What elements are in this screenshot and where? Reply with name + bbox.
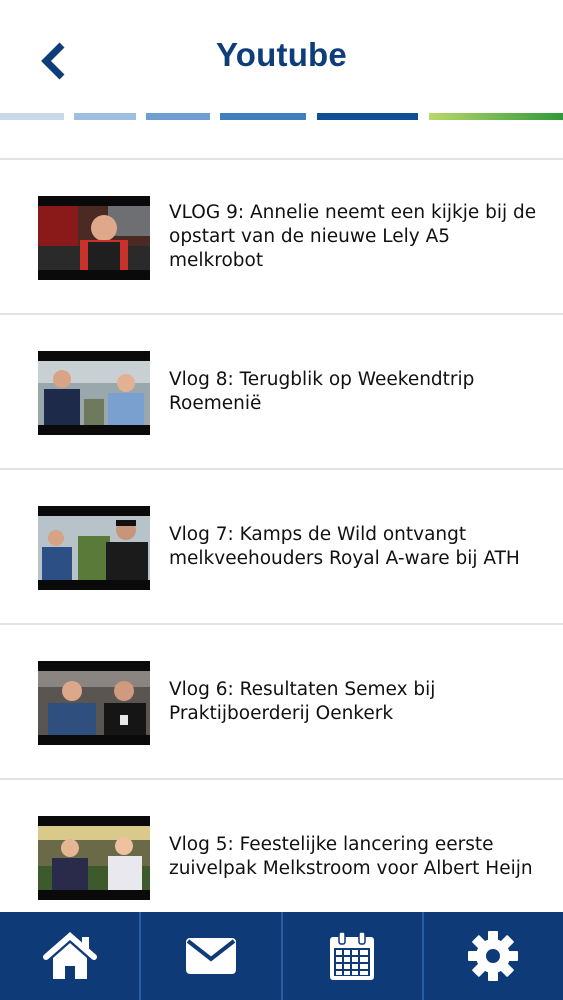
bottom-tab-bar	[0, 912, 563, 1000]
video-item[interactable]: VLOG 9: Annelie neemt een kijkje bij de …	[0, 160, 563, 313]
home-icon	[42, 932, 97, 979]
video-thumbnail	[38, 816, 150, 900]
video-item[interactable]: Vlog 8: Terugblik op Weekendtrip Roemeni…	[0, 315, 563, 468]
video-title: Vlog 5: Feestelijke lancering eerste zui…	[169, 833, 533, 879]
page-title: Youtube	[216, 36, 347, 73]
stripe-3	[146, 113, 210, 120]
video-title: Vlog 7: Kamps de Wild ontvangt melkveeho…	[169, 523, 520, 569]
video-item[interactable]: Vlog 7: Kamps de Wild ontvangt melkveeho…	[0, 470, 563, 623]
tab-mail[interactable]	[141, 912, 283, 1000]
video-thumbnail	[38, 351, 150, 435]
settings-icon	[468, 931, 519, 981]
header: Youtube	[0, 0, 563, 122]
header-stripes	[0, 113, 563, 121]
screen: Youtube VLOG 9: Annelie neemt een kijkje…	[0, 0, 563, 1000]
video-title: VLOG 9: Annelie neemt een kijkje bij de …	[169, 201, 537, 271]
video-thumbnail	[38, 506, 150, 590]
stripe-4	[220, 113, 306, 120]
video-thumbnail	[38, 196, 150, 280]
tab-home[interactable]	[0, 912, 142, 1000]
video-list: VLOG 9: Annelie neemt een kijkje bij de …	[0, 158, 563, 935]
stripe-6	[429, 113, 563, 120]
video-title: Vlog 8: Terugblik op Weekendtrip Roemeni…	[169, 368, 475, 414]
calendar-icon	[330, 931, 375, 980]
video-thumbnail	[38, 661, 150, 745]
video-title: Vlog 6: Resultaten Semex bij Praktijboer…	[169, 678, 436, 724]
stripe-5	[317, 113, 418, 120]
mail-icon	[185, 938, 236, 974]
stripe-2	[74, 113, 136, 120]
tab-settings[interactable]	[424, 912, 563, 1000]
stripe-1	[0, 113, 64, 120]
tab-calendar[interactable]	[283, 912, 424, 1000]
video-item[interactable]: Vlog 6: Resultaten Semex bij Praktijboer…	[0, 625, 563, 778]
video-item[interactable]: Vlog 5: Feestelijke lancering eerste zui…	[0, 780, 563, 933]
